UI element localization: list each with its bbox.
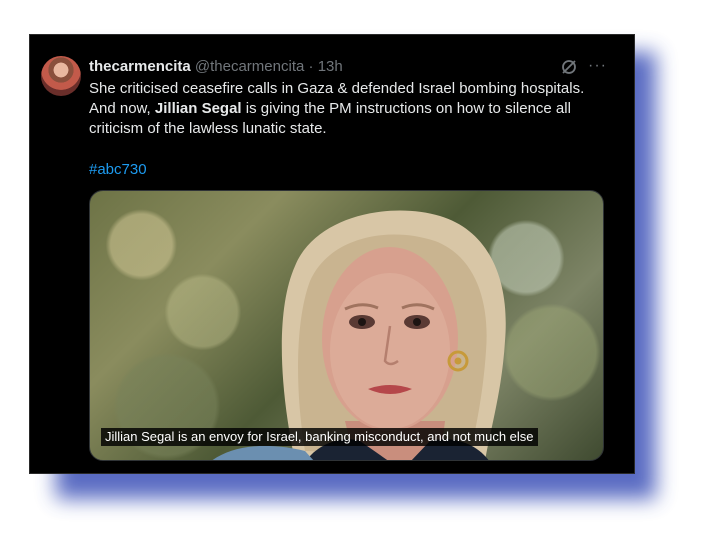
avatar[interactable] bbox=[41, 56, 81, 96]
tweet-text-mention: Jillian Segal bbox=[154, 100, 242, 117]
tweet-header: thecarmencita @thecarmencita · 13h bbox=[89, 57, 343, 77]
display-name[interactable]: thecarmencita bbox=[89, 58, 191, 75]
grok-icon[interactable] bbox=[560, 58, 578, 76]
page: thecarmencita @thecarmencita · 13h ··· S… bbox=[0, 0, 709, 539]
timestamp[interactable]: 13h bbox=[318, 58, 343, 75]
portrait-image bbox=[212, 210, 506, 460]
media-caption: Jillian Segal is an envoy for Israel, ba… bbox=[101, 428, 538, 446]
tweet-media[interactable]: Jillian Segal is an envoy for Israel, ba… bbox=[89, 190, 604, 461]
tweet-text: She criticised ceasefire calls in Gaza &… bbox=[89, 79, 609, 139]
user-handle[interactable]: @thecarmencita bbox=[195, 58, 304, 75]
tweet-card[interactable]: thecarmencita @thecarmencita · 13h ··· S… bbox=[29, 34, 635, 474]
separator-dot: · bbox=[308, 58, 314, 75]
hashtag-link[interactable]: #abc730 bbox=[89, 160, 147, 180]
more-icon[interactable]: ··· bbox=[588, 57, 606, 75]
